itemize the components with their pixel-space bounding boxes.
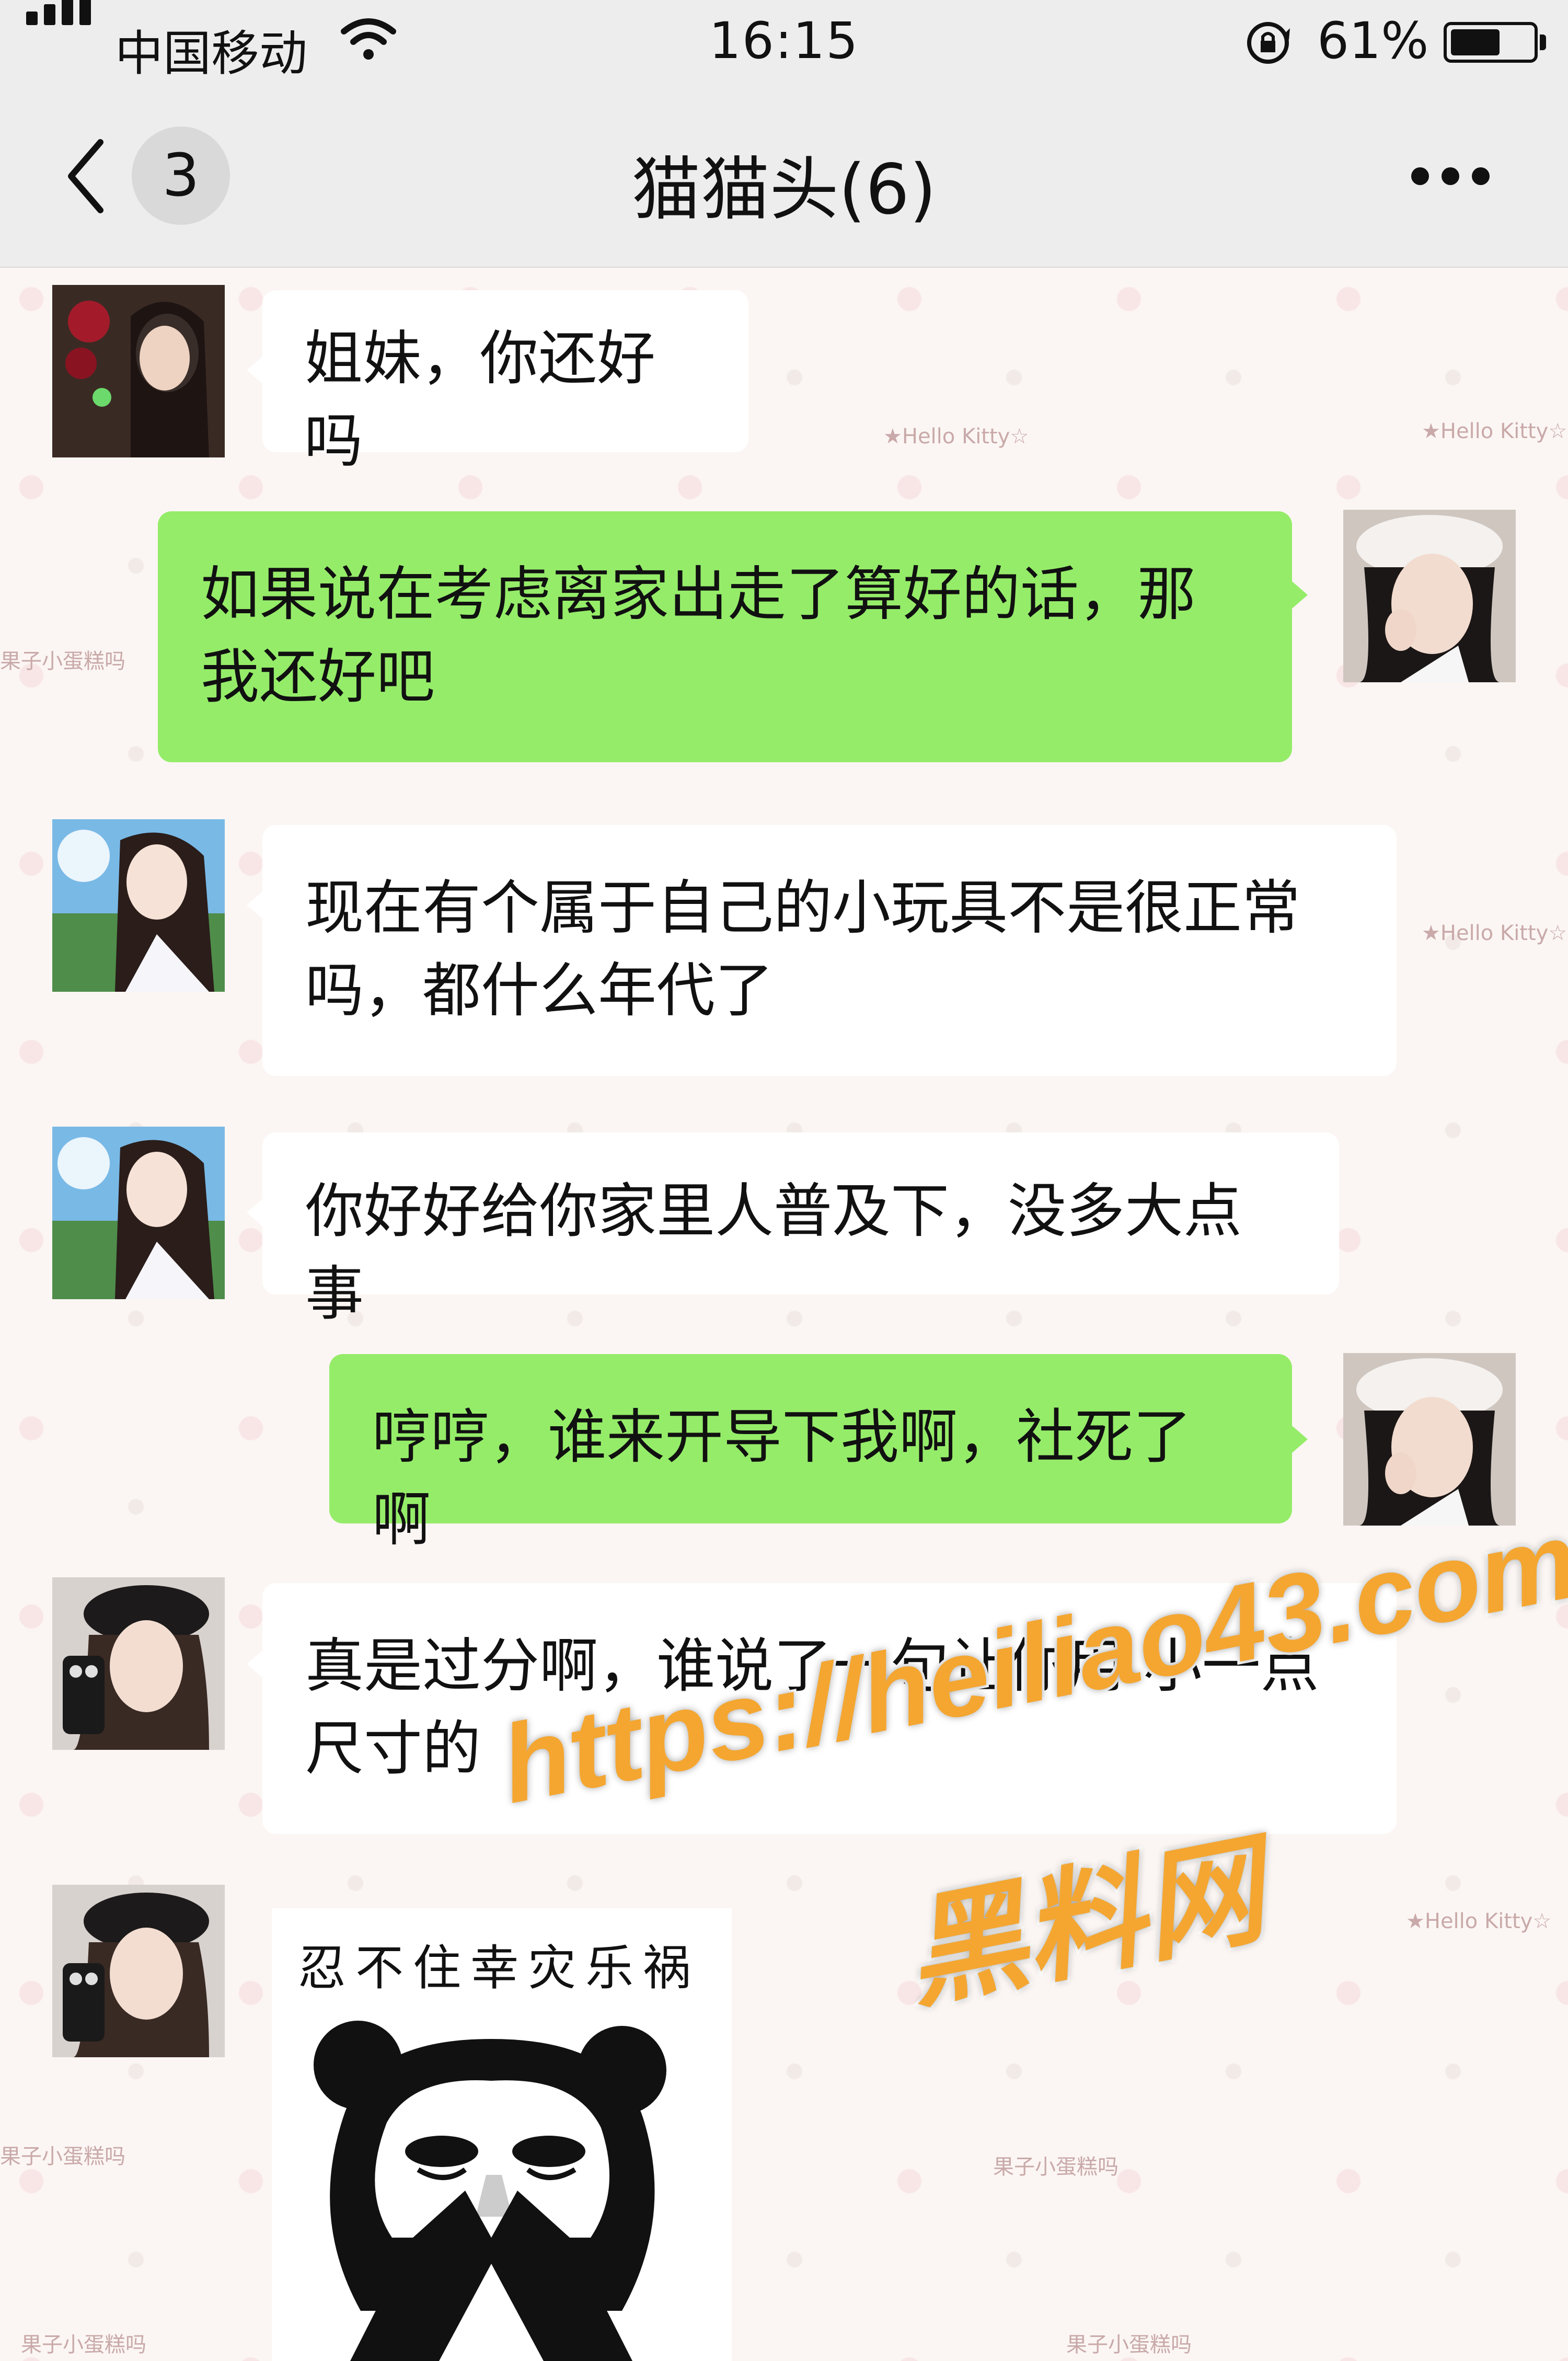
sticker-message[interactable]: 忍不住幸灾乐祸 — [272, 1908, 732, 2361]
background-pattern-text: 果子小蛋糕吗 — [21, 2333, 146, 2357]
avatar-anime-girl[interactable] — [52, 819, 225, 992]
avatar-girl-black-beret[interactable] — [52, 1577, 225, 1750]
avatar-girl-black-beret[interactable] — [52, 1885, 225, 2057]
status-bar: 中国移动 16:15 61% — [0, 0, 1568, 89]
message-text-line: 姐妹，你还好吗 — [304, 325, 655, 475]
message-bubble-incoming[interactable]: 姐妹，你还好吗 — [262, 290, 748, 475]
bubble-tail — [247, 891, 262, 919]
message-bubble-outgoing[interactable]: 哼哼，谁来开导下我啊，社死了啊 — [329, 1354, 1292, 1554]
bubble-tail — [247, 1651, 262, 1678]
avatar-self-white-beret[interactable] — [1343, 510, 1516, 682]
avatar-anime-girl[interactable] — [52, 1127, 225, 1299]
background-pattern-text: ★Hello Kitty☆ — [883, 425, 1029, 449]
bubble-tail — [247, 357, 262, 384]
message-text-line: 哼哼，谁来开导下我啊，社死了啊 — [372, 1403, 1192, 1554]
background-pattern-text: 果子小蛋糕吗 — [993, 2155, 1119, 2179]
background-pattern-text: 果子小蛋糕吗 — [1066, 2333, 1192, 2357]
sticker-caption: 忍不住幸灾乐祸 — [298, 1940, 701, 1996]
message-bubble-incoming[interactable]: 你好好给你家里人普及下，没多大点事 — [262, 1132, 1339, 1328]
chat-header: 3 猫猫头(6) — [0, 89, 1568, 268]
bubble-tail — [247, 1199, 262, 1226]
message-text-line: 我还好吧 — [201, 643, 435, 711]
chat-title: 猫猫头(6) — [631, 150, 937, 230]
panda-meme-sticker — [314, 2021, 666, 2361]
background-pattern-text: 果子小蛋糕吗 — [0, 2145, 125, 2169]
background-pattern-text: ★Hello Kitty☆ — [1422, 419, 1567, 443]
bubble-tail — [1292, 1426, 1308, 1453]
battery-percent: 61% — [1317, 12, 1429, 70]
battery-level-fill — [1451, 29, 1500, 55]
orientation-lock-icon — [1247, 22, 1290, 64]
background-pattern-text: ★Hello Kitty☆ — [1406, 1909, 1552, 1933]
battery-tip — [1540, 35, 1546, 50]
more-dots-icon[interactable] — [1411, 167, 1490, 188]
avatar-self-white-beret[interactable] — [1343, 1353, 1516, 1526]
background-pattern-text: ★Hello Kitty☆ — [1422, 921, 1567, 945]
message-text-line: 吗，都什么年代了 — [305, 957, 774, 1025]
background-pattern-text: 果子小蛋糕吗 — [0, 649, 125, 673]
battery-icon — [1444, 22, 1538, 63]
message-text-line: 如果说在考虑离家出走了算好的话，那 — [201, 560, 1196, 628]
bubble-tail — [1292, 581, 1308, 609]
avatar-girl-roses[interactable] — [52, 285, 225, 457]
message-bubble-outgoing[interactable]: 如果说在考虑离家出走了算好的话，那 我还好吧 — [158, 511, 1292, 762]
message-text-line: 现在有个属于自己的小玩具不是很正常 — [305, 874, 1300, 942]
message-bubble-incoming[interactable]: 现在有个属于自己的小玩具不是很正常 吗，都什么年代了 — [262, 825, 1397, 1076]
message-text-line: 你好好给你家里人普及下，没多大点事 — [305, 1177, 1242, 1328]
